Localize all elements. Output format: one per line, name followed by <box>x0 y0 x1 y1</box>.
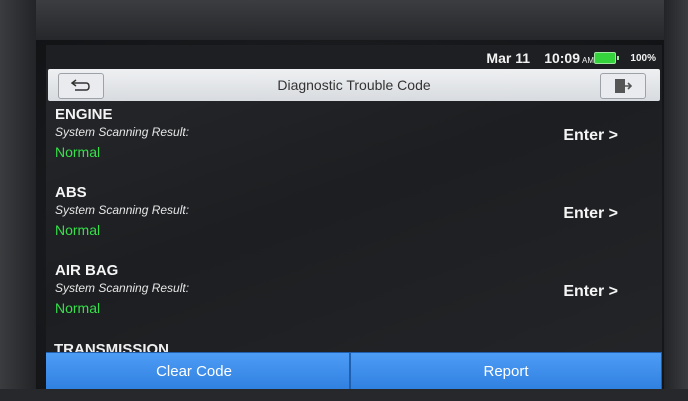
status-bar: Mar 11 10:09 AM 100% <box>46 45 662 69</box>
exit-door-icon <box>615 79 633 93</box>
title-bar: Diagnostic Trouble Code <box>48 69 660 101</box>
system-name: ABS <box>55 184 87 201</box>
battery-percentage: 100% <box>630 53 656 64</box>
status-date: Mar 11 <box>486 50 530 66</box>
device-bezel-bottom <box>0 389 688 401</box>
system-scan-label: System Scanning Result: <box>55 203 190 217</box>
report-button[interactable]: Report <box>350 352 662 389</box>
system-scan-label: System Scanning Result: <box>55 125 190 139</box>
device-bezel-top <box>0 0 688 40</box>
system-status: Normal <box>55 144 101 160</box>
exit-button[interactable] <box>600 73 646 99</box>
enter-button-airbag[interactable]: Enter > <box>563 283 618 301</box>
system-status: Normal <box>55 300 101 316</box>
system-row-airbag: AIR BAG System Scanning Result: Normal E… <box>46 262 662 340</box>
status-time: 10:09 AM <box>544 50 594 66</box>
system-status: Normal <box>55 222 101 238</box>
system-name: AIR BAG <box>55 262 119 279</box>
bottom-action-bar: Clear Code Report <box>46 352 662 389</box>
system-scan-label: System Scanning Result: <box>55 281 190 295</box>
status-ampm: AM <box>582 56 594 65</box>
enter-button-engine[interactable]: Enter > <box>563 127 618 145</box>
enter-button-abs[interactable]: Enter > <box>563 205 618 223</box>
system-row-engine: ENGINE System Scanning Result: Normal En… <box>46 106 662 184</box>
system-row-abs: ABS System Scanning Result: Normal Enter… <box>46 184 662 262</box>
system-name: ENGINE <box>55 106 113 123</box>
page-title: Diagnostic Trouble Code <box>277 77 431 93</box>
device-bezel-left <box>0 0 36 401</box>
clear-code-button[interactable]: Clear Code <box>46 352 350 389</box>
device-screen: Mar 11 10:09 AM 100% Diagnostic Trouble C… <box>46 45 662 389</box>
battery-icon <box>594 52 619 64</box>
device-bezel-right <box>664 0 688 401</box>
